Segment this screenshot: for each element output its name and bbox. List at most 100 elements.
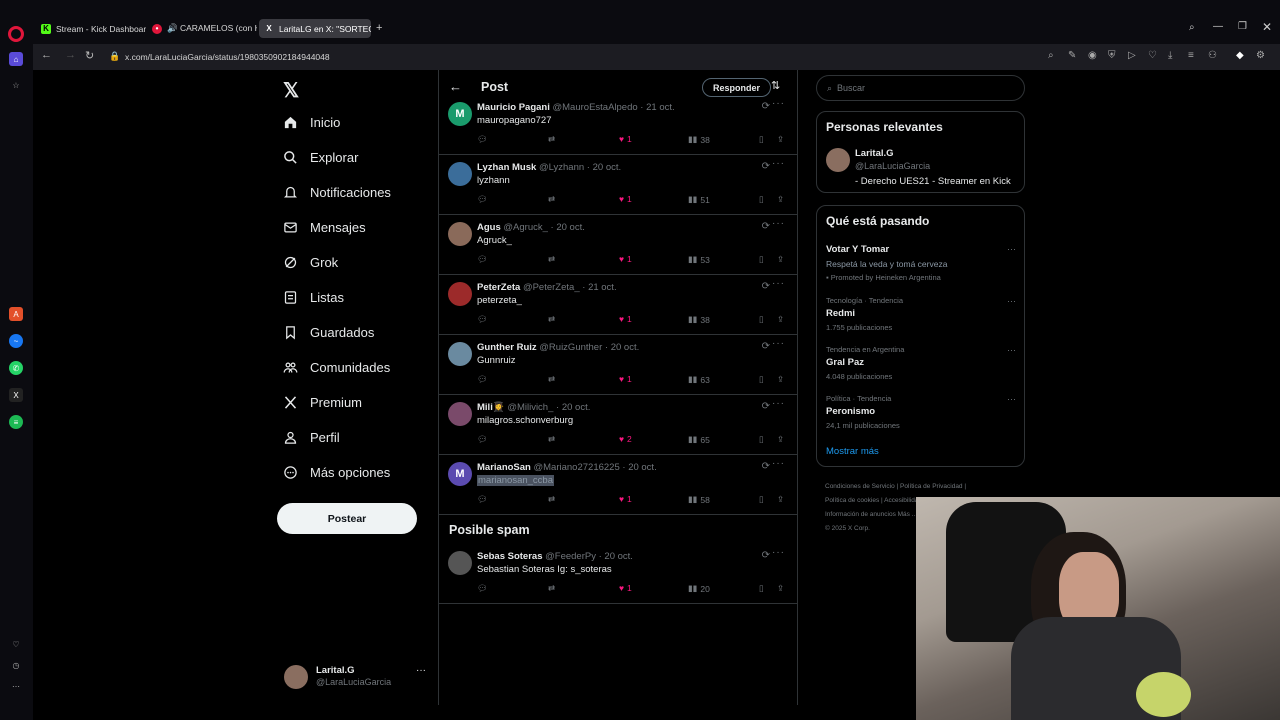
back-arrow-icon[interactable]: ← <box>449 79 462 94</box>
more-icon[interactable]: ··· <box>1007 244 1016 254</box>
grok-icon[interactable]: ⟳ <box>762 101 770 112</box>
retweet-icon[interactable]: ⇄ <box>548 494 555 505</box>
url-field[interactable]: x.com/LaraLuciaGarcia/status/19803509021… <box>125 52 330 62</box>
reply-item[interactable]: Sebas Soteras @FeederPy · 20 oct. ⟳ ··· Seb… <box>439 544 797 604</box>
share-icon[interactable]: ⇪ <box>777 254 784 265</box>
grok-icon[interactable]: ⟳ <box>762 341 770 352</box>
back-icon[interactable]: ← <box>41 49 52 61</box>
views-button[interactable]: ▮▮ 38 <box>688 314 710 325</box>
download-icon[interactable]: ⤓ <box>1168 50 1172 61</box>
nav-listas[interactable]: Listas <box>283 290 344 305</box>
share-icon[interactable]: ⇪ <box>777 314 784 325</box>
bookmark-icon[interactable]: ▯ <box>759 134 764 145</box>
like-button[interactable]: ♥ 2 <box>619 434 632 444</box>
sliders-icon[interactable]: ⇅ <box>771 79 780 92</box>
grok-icon[interactable]: ⟳ <box>762 161 770 172</box>
share-icon[interactable]: ⇪ <box>777 374 784 385</box>
avatar[interactable] <box>448 162 472 186</box>
search-tabs-icon[interactable]: ⌕ <box>1189 22 1195 33</box>
nav-guardados[interactable]: Guardados <box>283 325 374 340</box>
bookmark-icon[interactable]: ▯ <box>759 314 764 325</box>
share-icon[interactable]: ⇪ <box>777 434 784 445</box>
heart-icon[interactable]: ♡ <box>9 637 23 651</box>
more-icon[interactable]: ··· <box>772 547 785 558</box>
share-icon[interactable]: ⇪ <box>777 494 784 505</box>
avatar[interactable]: M <box>448 102 472 126</box>
bookmark-icon[interactable]: ▯ <box>759 434 764 445</box>
grok-icon[interactable]: ⟳ <box>762 281 770 292</box>
x-logo-icon[interactable]: 𝕏 <box>283 78 299 103</box>
bookmark-icon[interactable]: ▯ <box>759 374 764 385</box>
views-button[interactable]: ▮▮ 20 <box>688 583 710 594</box>
play-icon[interactable]: ▷ <box>1128 50 1136 61</box>
nav-mas-opciones[interactable]: Más opciones <box>283 465 390 480</box>
share-icon[interactable]: ⇪ <box>777 134 784 145</box>
more-icon[interactable]: ··· <box>772 458 785 469</box>
grok-icon[interactable]: ⟳ <box>762 221 770 232</box>
messenger-icon[interactable]: ~ <box>9 334 23 348</box>
maximize-icon[interactable]: ❐ <box>1238 21 1247 32</box>
grok-icon[interactable]: ⟳ <box>762 550 770 561</box>
trend-item[interactable]: Votar Y Tomar Respetá la veda y tomá cer… <box>826 244 1016 282</box>
reply-item[interactable]: Mili👩‍🎓 @Milivich_ · 20 oct. ⟳ ··· milagros… <box>439 395 797 455</box>
tab-x-post[interactable]: X LaritaLG en X: "SORTEO - <box>259 19 371 38</box>
more-icon[interactable]: ··· <box>772 278 785 289</box>
reply-item[interactable]: Gunther Ruiz @RuizGunther · 20 oct. ⟳ ··· G… <box>439 335 797 395</box>
more-icon[interactable]: ··· <box>772 338 785 349</box>
pinboard-icon[interactable]: ☆ <box>9 78 23 92</box>
tab-caramelos[interactable]: • 🔊 CARAMELOS (con Hal <box>147 19 257 38</box>
retweet-icon[interactable]: ⇄ <box>548 434 555 445</box>
reply-item[interactable]: PeterZeta @PeterZeta_ · 21 oct. ⟳ ··· peter… <box>439 275 797 335</box>
comment-icon[interactable]: 💬︎ <box>477 134 488 145</box>
comment-icon[interactable]: 💬︎ <box>477 374 488 385</box>
avatar[interactable] <box>448 342 472 366</box>
show-more-link[interactable]: Mostrar más <box>826 446 879 457</box>
aria-icon[interactable]: A <box>9 307 23 321</box>
heart-bookmark-icon[interactable]: ♡ <box>1148 50 1157 61</box>
more-icon[interactable]: ··· <box>1007 296 1016 306</box>
nav-explorar[interactable]: Explorar <box>283 150 358 165</box>
camera-icon[interactable]: ◉ <box>1088 50 1097 61</box>
forward-icon[interactable]: → <box>65 49 76 61</box>
reply-item[interactable]: M MarianoSan @Mariano27216225 · 20 oct. ⟳ ·… <box>439 455 797 515</box>
trend-item[interactable]: Tecnología · Tendencia Redmi 1.755 publi… <box>826 296 1016 332</box>
account-switcher[interactable]: Larital.G @LaraLuciaGarcia ··· <box>284 663 434 691</box>
avatar[interactable] <box>448 282 472 306</box>
avatar[interactable]: M <box>448 462 472 486</box>
like-button[interactable]: ♥ 1 <box>619 254 632 264</box>
whatsapp-icon[interactable]: ✆ <box>9 361 23 375</box>
comment-icon[interactable]: 💬︎ <box>477 494 488 505</box>
nav-grok[interactable]: Grok <box>283 255 338 270</box>
views-button[interactable]: ▮▮ 65 <box>688 434 710 445</box>
reload-icon[interactable]: ↻ <box>85 49 94 62</box>
bookmark-icon[interactable]: ▯ <box>759 494 764 505</box>
nav-comunidades[interactable]: Comunidades <box>283 360 390 375</box>
more-icon[interactable]: ··· <box>772 218 785 229</box>
comment-icon[interactable]: 💬︎ <box>477 194 488 205</box>
x-app-icon[interactable]: X <box>9 388 23 402</box>
retweet-icon[interactable]: ⇄ <box>548 583 555 594</box>
nav-premium[interactable]: Premium <box>283 395 362 410</box>
share-icon[interactable]: ⇪ <box>777 194 784 205</box>
like-button[interactable]: ♥ 1 <box>619 314 632 324</box>
bookmark-icon[interactable]: ▯ <box>759 583 764 594</box>
avatar[interactable] <box>448 402 472 426</box>
bookmark-icon[interactable]: ▯ <box>759 194 764 205</box>
avatar[interactable] <box>826 148 850 172</box>
bookmark-icon[interactable]: ▯ <box>759 254 764 265</box>
more-icon[interactable]: ··· <box>772 158 785 169</box>
share-icon[interactable]: ⇪ <box>777 583 784 594</box>
retweet-icon[interactable]: ⇄ <box>548 314 555 325</box>
menu-icon[interactable]: ≡ <box>1188 50 1194 61</box>
reply-item[interactable]: M Mauricio Pagani @MauroEstaAlpedo · 21 o… <box>439 95 797 155</box>
trend-item[interactable]: Tendencia en Argentina Gral Paz 4.048 pu… <box>826 345 1016 381</box>
comment-icon[interactable]: 💬︎ <box>477 434 488 445</box>
edit-icon[interactable]: ✎ <box>1068 50 1076 61</box>
nav-mensajes[interactable]: Mensajes <box>283 220 366 235</box>
retweet-icon[interactable]: ⇄ <box>548 254 555 265</box>
profile-icon[interactable]: ⚇ <box>1208 50 1217 61</box>
nav-inicio[interactable]: Inicio <box>283 115 340 130</box>
like-button[interactable]: ♥ 1 <box>619 134 632 144</box>
like-button[interactable]: ♥ 1 <box>619 374 632 384</box>
more-icon[interactable]: ··· <box>1007 394 1016 404</box>
